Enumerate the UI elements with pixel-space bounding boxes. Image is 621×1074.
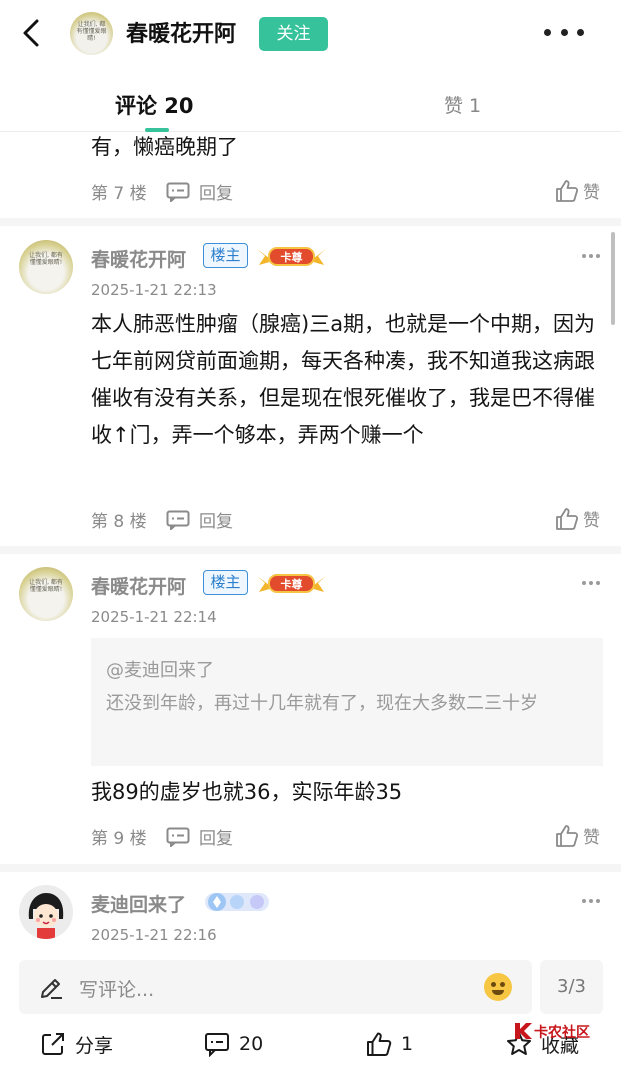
quoted-text: 还没到年龄，再过十几年就有了，现在大多数二三十岁	[106, 693, 538, 714]
comment-icon	[205, 1033, 229, 1057]
thumbs-up-icon	[556, 179, 579, 202]
comment-date: 2025-1-21 22:16	[91, 926, 217, 944]
divider	[0, 546, 621, 554]
like-label: 赞	[583, 828, 600, 848]
reply-button[interactable]: 回复	[166, 179, 233, 204]
thumbs-up-icon	[556, 824, 579, 847]
more-options-icon[interactable]	[544, 20, 584, 44]
comment-input[interactable]: 写评论...	[19, 960, 532, 1014]
author-name[interactable]: 春暖花开阿	[126, 16, 236, 48]
like-label: 赞	[583, 511, 600, 531]
like-button[interactable]: 赞	[555, 506, 600, 531]
reply-label: 回复	[199, 829, 233, 849]
reply-icon	[166, 827, 190, 847]
thumbs-up-icon	[556, 507, 579, 530]
reply-label: 回复	[199, 512, 233, 532]
follow-button[interactable]: 关注	[259, 17, 328, 51]
comment-text: 本人肺恶性肿瘤（腺癌)三a期，也就是一个中期，因为七年前网贷前面逾期，每天各种凑…	[91, 312, 596, 447]
page-indicator[interactable]: 3/3	[540, 960, 603, 1014]
divider	[0, 218, 621, 226]
reply-icon	[166, 182, 190, 202]
reply-button[interactable]: 回复	[166, 824, 233, 849]
quoted-comment[interactable]: @麦迪回来了 还没到年龄，再过十几年就有了，现在大多数二三十岁	[91, 638, 603, 766]
commenter-name[interactable]: 麦迪回来了	[91, 890, 186, 917]
commenter-name[interactable]: 春暖花开阿	[91, 572, 186, 599]
comment-more-icon[interactable]	[582, 581, 600, 587]
medal-icon: 卡尊	[257, 574, 326, 593]
back-arrow-icon[interactable]	[18, 18, 46, 48]
divider	[0, 864, 621, 872]
comment-date: 2025-1-21 22:14	[91, 608, 217, 626]
tab-comments[interactable]: 评论 20	[115, 90, 194, 120]
commenter-avatar[interactable]: 让我们, 都有懂懂爱眼睛!	[19, 240, 73, 294]
like-label: 赞	[583, 183, 600, 203]
op-badge: 楼主	[203, 570, 248, 595]
reply-button[interactable]: 回复	[166, 507, 233, 532]
share-button[interactable]: 分享	[40, 1028, 113, 1060]
reply-label: 回复	[199, 184, 233, 204]
watermark-text: 卡农社区	[534, 1025, 590, 1041]
commenter-avatar[interactable]	[19, 885, 73, 939]
commenter-name[interactable]: 春暖花开阿	[91, 245, 186, 272]
commenter-avatar[interactable]: 让我们, 都有懂懂爱眼睛!	[19, 567, 73, 621]
comment-text: 有，懒癌晚期了	[91, 135, 238, 159]
pencil-icon	[41, 979, 62, 999]
emoji-icon[interactable]	[484, 973, 512, 1001]
comment-count-button[interactable]: 20	[204, 1028, 263, 1060]
level-badge-icon	[205, 893, 269, 911]
tab-likes[interactable]: 赞 1	[444, 91, 481, 118]
comment-count: 20	[239, 1033, 264, 1055]
medal-label: 卡尊	[281, 577, 303, 591]
comment-more-icon[interactable]	[582, 254, 600, 260]
comment-text: 我89的虚岁也就36，实际年龄35	[91, 780, 403, 804]
cartoon-girl-icon	[19, 885, 73, 939]
comment-date: 2025-1-21 22:13	[91, 281, 217, 299]
tab-bar: 评论 20 赞 1	[0, 66, 621, 132]
floor-number: 第 8 楼	[91, 512, 147, 532]
scrollbar[interactable]	[611, 232, 615, 325]
op-badge: 楼主	[203, 243, 248, 268]
comment-placeholder: 写评论...	[79, 979, 155, 1001]
thumbs-up-icon	[367, 1032, 392, 1056]
kanong-logo-icon	[515, 1023, 532, 1039]
medal-label: 卡尊	[281, 250, 303, 264]
reply-icon	[166, 510, 190, 530]
like-button[interactable]: 赞	[555, 823, 600, 848]
share-label: 分享	[75, 1034, 114, 1057]
like-count-button[interactable]: 1	[366, 1028, 413, 1060]
avatar-caption: 让我们, 都有懂懂爱眼睛!	[76, 21, 107, 42]
avatar-caption: 让我们, 都有懂懂爱眼睛!	[29, 579, 63, 593]
avatar-caption: 让我们, 都有懂懂爱眼睛!	[29, 252, 63, 266]
share-icon	[42, 1033, 64, 1055]
top-bar: 让我们, 都有懂懂爱眼睛! 春暖花开阿 关注	[0, 0, 621, 66]
watermark-logo: 卡农社区	[512, 1022, 617, 1054]
floor-number: 第 7 楼	[91, 184, 147, 204]
author-avatar[interactable]: 让我们, 都有懂懂爱眼睛!	[70, 12, 113, 55]
comment-more-icon[interactable]	[582, 899, 600, 905]
medal-icon: 卡尊	[257, 247, 326, 266]
like-count: 1	[401, 1033, 414, 1055]
floor-number: 第 9 楼	[91, 829, 147, 849]
quoted-author: @麦迪回来了	[106, 660, 214, 681]
like-button[interactable]: 赞	[555, 178, 600, 203]
